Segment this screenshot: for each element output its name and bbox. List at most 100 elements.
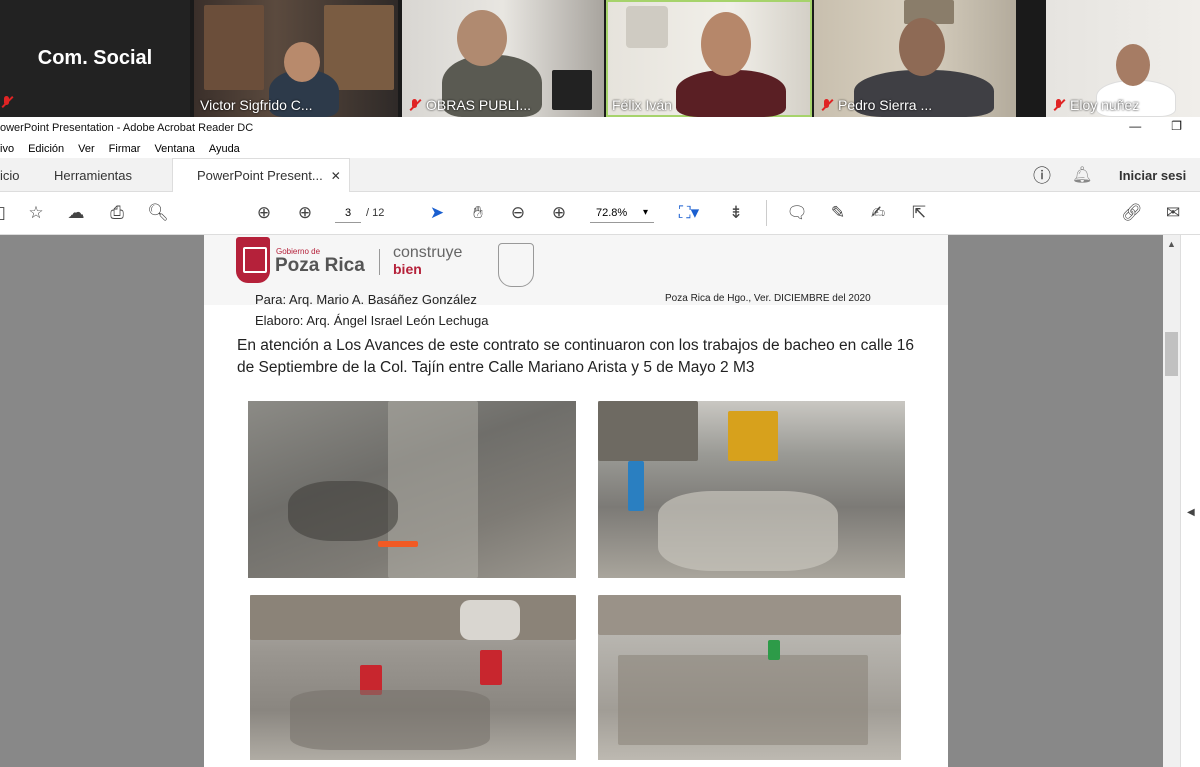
menu-edicion[interactable]: Edición [28,143,64,155]
photo-pouring-concrete [250,595,576,760]
concrete-slab [388,401,478,578]
share-icon[interactable]: ⇱ [907,202,931,224]
worker [628,461,644,511]
fresh-concrete [290,690,490,750]
city-shield-logo [236,237,270,283]
participant-body [676,70,786,117]
expand-pane-icon[interactable]: ◀ [1187,507,1195,518]
screen: Com. Social Victor Sigfrido C... OBRAS P… [0,0,1200,767]
logo-city-text: Poza Rica [275,255,365,276]
participant-tile-pedro[interactable]: Pedro Sierra ... [814,0,1016,117]
participant-head [1116,44,1150,86]
bell-icon[interactable]: 🔔︎ [1072,158,1092,192]
hand-tool-icon[interactable]: ✋︎ [466,202,490,224]
mic-off-icon [0,95,14,109]
right-pane-collapsed: ◀ [1180,235,1200,767]
zoom-in-icon[interactable]: ⊕ [547,202,571,224]
toolbar-separator [766,200,767,226]
concrete-mixer [460,600,520,640]
official-seal-logo [498,243,534,287]
sign-icon[interactable]: ✍︎ [866,202,890,224]
document-viewport[interactable]: Gobierno de Poza Rica construye bien Par… [0,235,1163,767]
bookmark-star-icon[interactable]: ☆ [24,202,48,224]
highlight-pen-icon[interactable]: ✎ [826,202,850,224]
participant-head [457,10,507,66]
scroll-mode-icon[interactable]: ⇟ [724,202,748,224]
select-arrow-icon[interactable]: ➤ [425,202,449,224]
tab-tools[interactable]: Herramientas [54,158,132,192]
sign-in-button[interactable]: Iniciar sesi [1119,158,1186,192]
participant-tile-com-social[interactable]: Com. Social [0,0,190,117]
tab-home[interactable]: icio [0,158,20,192]
menu-archivo[interactable]: ivo [0,143,14,155]
menu-ver[interactable]: Ver [78,143,95,155]
tab-document[interactable]: PowerPoint Present... ✕ [172,158,350,192]
concrete-patch [618,655,868,745]
menu-ventana[interactable]: Ventana [154,143,194,155]
window-title: owerPoint Presentation - Adobe Acrobat R… [0,122,254,134]
chair [552,70,592,110]
close-tab-icon[interactable]: ✕ [331,169,341,183]
page-number-input[interactable]: 3 [335,203,361,223]
mic-off-icon [1052,98,1066,112]
participant-head [701,12,751,76]
photo-damaged-pavement [248,401,576,578]
pothole [288,481,398,541]
upload-cloud-icon[interactable]: ☁ [64,202,88,224]
participant-tile-victor[interactable]: Victor Sigfrido C... [194,0,398,117]
rubble-pile [658,491,838,571]
participant-label: Félix Iván [612,97,672,113]
logo-divider [379,249,380,275]
backhoe [728,411,778,461]
storefronts [250,595,576,640]
paint-mark [378,541,418,547]
wall-fan [626,6,668,48]
toolbar: ▯ ☆ ☁ ⎙ 🔍︎ ⊕ ⊕ 3 / 12 ➤ ✋︎ ⊖ ⊕ 72.8% ⛶▾ … [0,192,1200,235]
participant-tile-felix[interactable]: Félix Iván [606,0,812,117]
zoom-out-icon[interactable]: ⊖ [506,202,530,224]
tab-bar: icio Herramientas PowerPoint Present... … [0,158,1200,192]
maximize-button[interactable]: ❐ [1171,119,1182,133]
worker [768,640,780,660]
print-icon[interactable]: ⎙ [105,202,129,224]
search-icon[interactable]: 🔍︎ [146,202,170,224]
window-titlebar: owerPoint Presentation - Adobe Acrobat R… [0,117,1200,139]
storefronts [598,595,901,635]
link-icon[interactable]: 🔗︎ [1120,202,1144,224]
menu-bar: ivo Edición Ver Firmar Ventana Ayuda [0,139,1200,158]
participant-tile-obras[interactable]: OBRAS PUBLI... [402,0,604,117]
page-total: / 12 [366,207,385,219]
video-strip: Com. Social Victor Sigfrido C... OBRAS P… [0,0,1200,117]
help-icon[interactable]: ⓘ [1033,158,1051,192]
participant-label: OBRAS PUBLI... [408,97,531,113]
worker [480,650,502,685]
date-line: Poza Rica de Hgo., Ver. DICIEMBRE del 20… [665,293,871,304]
slogan-line-2: bien [393,261,422,277]
recipient-line: Para: Arq. Mario A. Basáñez González [255,292,477,307]
fit-page-icon[interactable]: ⛶▾ [672,202,706,224]
participant-label: Victor Sigfrido C... [200,97,313,113]
building [598,401,698,461]
minimize-button[interactable]: — [1129,119,1141,133]
participant-head [899,18,945,76]
pdf-page: Gobierno de Poza Rica construye bien Par… [204,235,948,767]
prev-page-icon[interactable]: ⊕ [252,202,276,224]
author-line: Elaboro: Arq. Ángel Israel León Lechuga [255,313,489,328]
bookshelf [204,5,264,90]
participant-tile-eloy[interactable]: Eloy nuñez [1046,0,1200,117]
save-icon[interactable]: ▯ [0,202,8,224]
participant-label: Pedro Sierra ... [820,97,932,113]
zoom-select[interactable]: 72.8% [590,203,654,223]
photo-workers-demolition [598,401,905,578]
menu-firmar[interactable]: Firmar [109,143,141,155]
vertical-scrollbar[interactable]: ▲ [1163,235,1180,767]
next-page-icon[interactable]: ⊕ [293,202,317,224]
window-controls: — ❐ [1129,119,1182,133]
participant-label: Eloy nuñez [1052,97,1139,113]
menu-ayuda[interactable]: Ayuda [209,143,240,155]
scroll-up-icon[interactable]: ▲ [1167,239,1176,249]
participant-name: Com. Social [37,47,153,69]
scrollbar-thumb[interactable] [1165,332,1178,376]
comment-icon[interactable]: 🗨︎ [785,202,809,224]
mail-icon[interactable]: ✉ [1161,202,1185,224]
